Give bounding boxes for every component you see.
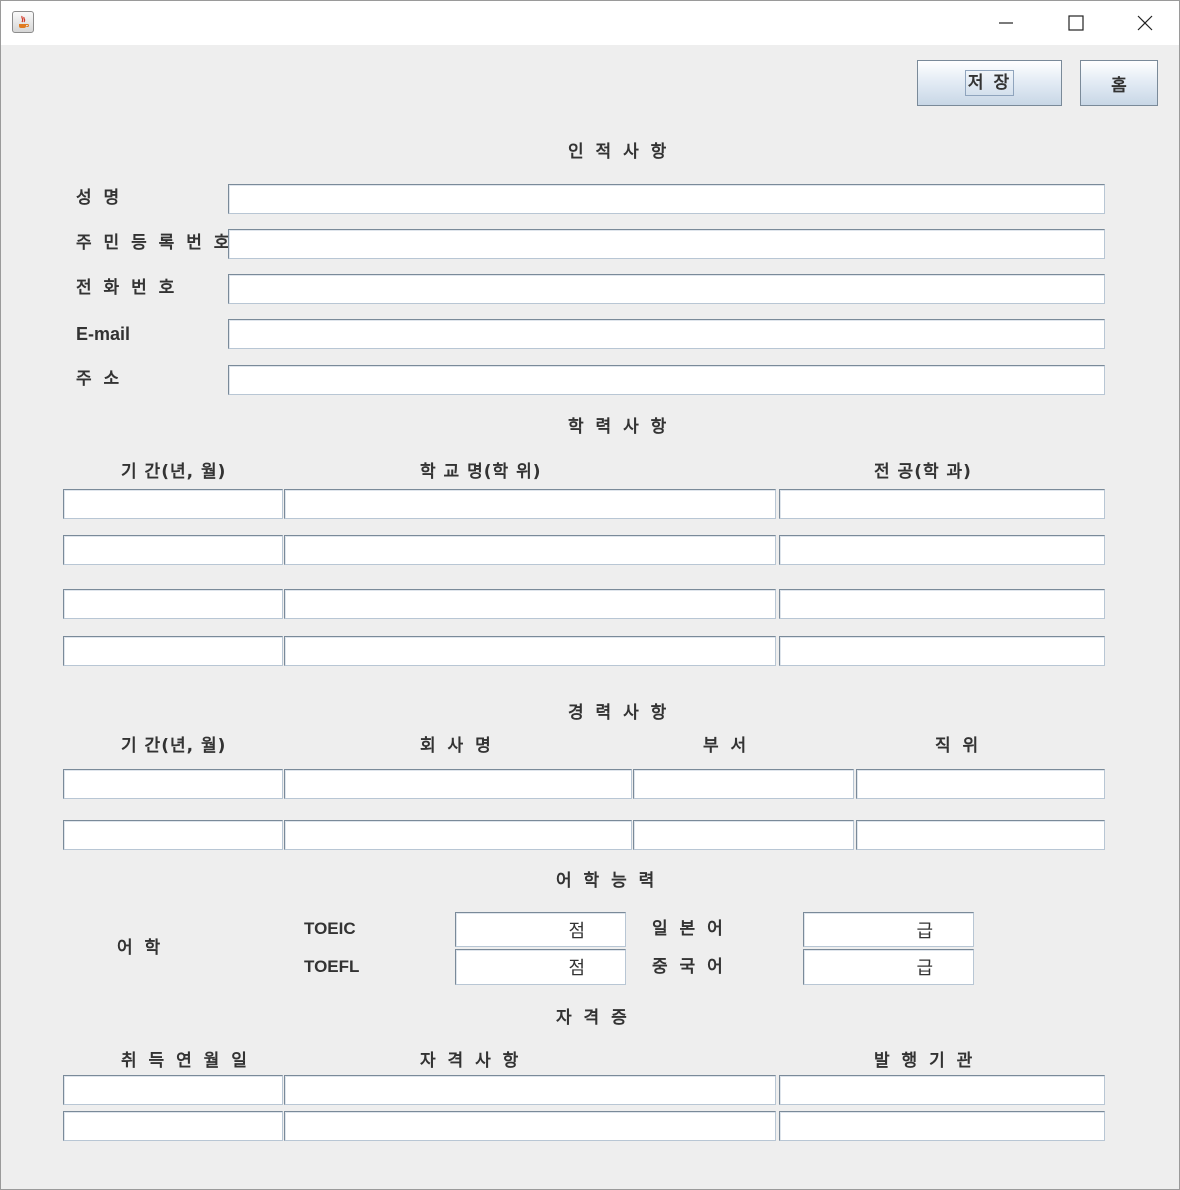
personal-info-heading: 인 적 사 항 bbox=[568, 142, 670, 162]
toeic-input[interactable] bbox=[455, 912, 626, 947]
education-school-header: 학 교 명(학 위) bbox=[420, 462, 542, 482]
home-button-label: 홈 bbox=[1111, 75, 1127, 96]
career-department-input[interactable] bbox=[633, 769, 854, 799]
education-period-input[interactable] bbox=[63, 636, 283, 666]
education-school-input[interactable] bbox=[284, 636, 776, 666]
career-company-input[interactable] bbox=[284, 769, 632, 799]
title-bar bbox=[1, 1, 1179, 45]
certificate-name-input[interactable] bbox=[284, 1075, 776, 1105]
career-period-input[interactable] bbox=[63, 820, 283, 850]
close-button[interactable] bbox=[1110, 2, 1180, 45]
name-input[interactable] bbox=[228, 184, 1105, 214]
language-group-label: 어 학 bbox=[117, 938, 164, 958]
career-position-input[interactable] bbox=[856, 769, 1105, 799]
career-period-input[interactable] bbox=[63, 769, 283, 799]
education-school-input[interactable] bbox=[284, 535, 776, 565]
email-input[interactable] bbox=[228, 319, 1105, 349]
minimize-icon bbox=[999, 22, 1013, 24]
certificate-issuer-header: 발 행 기 관 bbox=[874, 1051, 976, 1071]
chinese-label: 중 국 어 bbox=[652, 957, 726, 977]
education-period-header: 기 간(년, 월) bbox=[121, 462, 227, 482]
toefl-label: TOEFL bbox=[304, 957, 360, 976]
education-major-input[interactable] bbox=[779, 589, 1105, 619]
resident-number-input[interactable] bbox=[228, 229, 1105, 259]
career-period-header: 기 간(년, 월) bbox=[121, 736, 227, 756]
education-school-input[interactable] bbox=[284, 589, 776, 619]
education-period-input[interactable] bbox=[63, 535, 283, 565]
education-major-input[interactable] bbox=[779, 535, 1105, 565]
close-icon bbox=[1137, 15, 1153, 31]
toeic-label: TOEIC bbox=[304, 919, 356, 938]
save-button-label: 저 장 bbox=[964, 70, 1015, 96]
career-company-input[interactable] bbox=[284, 820, 632, 850]
toefl-input[interactable] bbox=[455, 949, 626, 985]
certificate-date-input[interactable] bbox=[63, 1075, 283, 1105]
resident-number-label: 주 민 등 록 번 호 bbox=[76, 233, 233, 253]
education-major-input[interactable] bbox=[779, 489, 1105, 519]
phone-label: 전 화 번 호 bbox=[76, 278, 178, 298]
certificates-heading: 자 격 증 bbox=[556, 1008, 630, 1028]
address-input[interactable] bbox=[228, 365, 1105, 395]
certificate-date-input[interactable] bbox=[63, 1111, 283, 1141]
japanese-label: 일 본 어 bbox=[652, 919, 726, 939]
maximize-button[interactable] bbox=[1041, 2, 1111, 45]
career-position-input[interactable] bbox=[856, 820, 1105, 850]
career-department-header: 부 서 bbox=[703, 736, 750, 756]
save-button[interactable]: 저 장 bbox=[917, 60, 1062, 106]
chinese-input[interactable] bbox=[803, 949, 974, 985]
career-company-header: 회 사 명 bbox=[420, 736, 494, 756]
phone-input[interactable] bbox=[228, 274, 1105, 304]
name-label: 성 명 bbox=[76, 188, 123, 208]
career-position-header: 직 위 bbox=[935, 736, 982, 756]
certificate-name-header: 자 격 사 항 bbox=[420, 1051, 522, 1071]
certificate-date-header: 취 득 연 월 일 bbox=[121, 1051, 250, 1071]
java-icon bbox=[12, 11, 34, 33]
certificate-issuer-input[interactable] bbox=[779, 1111, 1105, 1141]
education-heading: 학 력 사 항 bbox=[568, 417, 670, 437]
minimize-button[interactable] bbox=[971, 2, 1041, 45]
certificate-name-input[interactable] bbox=[284, 1111, 776, 1141]
home-button[interactable]: 홈 bbox=[1080, 60, 1158, 106]
career-department-input[interactable] bbox=[633, 820, 854, 850]
maximize-icon bbox=[1068, 15, 1084, 31]
education-school-input[interactable] bbox=[284, 489, 776, 519]
certificate-issuer-input[interactable] bbox=[779, 1075, 1105, 1105]
address-label: 주 소 bbox=[76, 369, 123, 389]
language-heading: 어 학 능 력 bbox=[556, 871, 658, 891]
education-major-header: 전 공(학 과) bbox=[874, 462, 972, 482]
email-label: E-mail bbox=[76, 324, 131, 344]
career-heading: 경 력 사 항 bbox=[568, 703, 670, 723]
japanese-input[interactable] bbox=[803, 912, 974, 947]
education-major-input[interactable] bbox=[779, 636, 1105, 666]
education-period-input[interactable] bbox=[63, 489, 283, 519]
education-period-input[interactable] bbox=[63, 589, 283, 619]
